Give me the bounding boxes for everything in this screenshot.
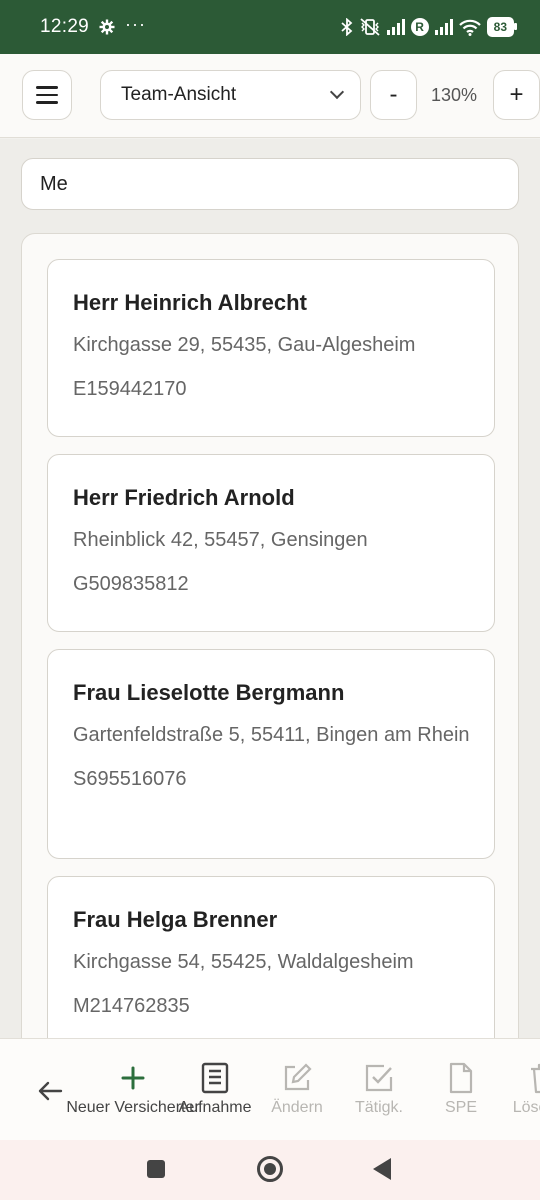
top-toolbar: Team-Ansicht - 130% + (0, 54, 540, 138)
checkbox-icon (364, 1061, 394, 1095)
zoom-level: 130% (430, 84, 478, 105)
chevron-down-icon (329, 84, 345, 100)
customer-id: M214762835 (73, 995, 190, 1017)
customer-name: Herr Heinrich Albrecht (73, 290, 307, 315)
status-time: 12:29 (40, 16, 90, 37)
file-icon (448, 1061, 474, 1095)
action-label: Löschen (512, 1099, 540, 1116)
back-button[interactable] (30, 1071, 70, 1111)
customer-card[interactable]: Frau Lieselotte Bergmann Gartenfeldstraß… (47, 649, 495, 859)
home-icon[interactable] (257, 1156, 283, 1182)
customer-list[interactable]: Herr Heinrich Albrecht Kirchgasse 29, 55… (21, 233, 519, 1038)
new-insured-button[interactable]: Neuer Versicherter (66, 1061, 200, 1117)
action-label: Aufnahme (178, 1099, 252, 1116)
main-content: Herr Heinrich Albrecht Kirchgasse 29, 55… (0, 139, 540, 1038)
recents-icon[interactable] (147, 1160, 165, 1178)
arrow-left-icon (38, 1081, 63, 1101)
action-label: Ändern (271, 1099, 323, 1116)
bluetooth-icon (341, 18, 353, 36)
back-triangle-icon[interactable] (373, 1158, 391, 1180)
intake-button[interactable]: Aufnahme (174, 1061, 256, 1117)
customer-card[interactable]: Herr Heinrich Albrecht Kirchgasse 29, 55… (47, 259, 495, 437)
trash-icon (529, 1061, 540, 1095)
action-bar: Neuer Versicherter Aufnahme Ändern Tätig… (0, 1038, 540, 1140)
roaming-badge: R (410, 18, 429, 36)
edit-icon (281, 1061, 313, 1095)
system-nav-bar (0, 1140, 540, 1200)
edit-button[interactable]: Ändern (256, 1061, 338, 1117)
view-select[interactable]: Team-Ansicht (100, 70, 361, 120)
signal-icon (386, 19, 405, 35)
customer-card[interactable]: Frau Helga Brenner Kirchgasse 54, 55425,… (47, 876, 495, 1038)
delete-button[interactable]: Löschen (502, 1061, 540, 1117)
customer-name: Herr Friedrich Arnold (73, 485, 295, 510)
action-label: Tätigk. (354, 1099, 403, 1116)
battery-icon: 83 (486, 17, 518, 37)
zoom-in-button[interactable]: + (493, 70, 540, 120)
customer-name: Frau Lieselotte Bergmann (73, 680, 345, 705)
menu-icon (36, 86, 58, 89)
hamburger-menu-button[interactable] (22, 70, 72, 120)
muted-vibrate-icon (359, 18, 381, 36)
customer-id: G509835812 (73, 573, 189, 595)
customer-address: Kirchgasse 54, 55425, Waldalgesheim (73, 951, 414, 973)
zoom-out-button[interactable]: - (370, 70, 417, 120)
wifi-icon (458, 19, 481, 36)
gear-icon (99, 19, 115, 35)
document-icon (201, 1061, 229, 1095)
customer-address: Rheinblick 42, 55457, Gensingen (73, 529, 368, 551)
plus-icon (121, 1061, 145, 1095)
activities-button[interactable]: Tätigk. (338, 1061, 420, 1117)
customer-id: S695516076 (73, 768, 187, 790)
customer-address: Kirchgasse 29, 55435, Gau-Algesheim (73, 334, 416, 356)
view-select-value: Team-Ansicht (121, 84, 237, 105)
customer-name: Frau Helga Brenner (73, 907, 278, 932)
customer-card[interactable]: Herr Friedrich Arnold Rheinblick 42, 554… (47, 454, 495, 632)
status-bar: 12:29 ··· R 83 (0, 0, 540, 54)
search-input[interactable] (21, 158, 519, 210)
action-label: SPE (444, 1099, 477, 1116)
spe-button[interactable]: SPE (420, 1061, 502, 1117)
customer-address: Gartenfeldstraße 5, 55411, Bingen am Rhe… (73, 724, 470, 746)
more-dots-icon: ··· (125, 13, 147, 34)
signal-icon-2 (434, 19, 453, 35)
customer-id: E159442170 (73, 378, 187, 400)
